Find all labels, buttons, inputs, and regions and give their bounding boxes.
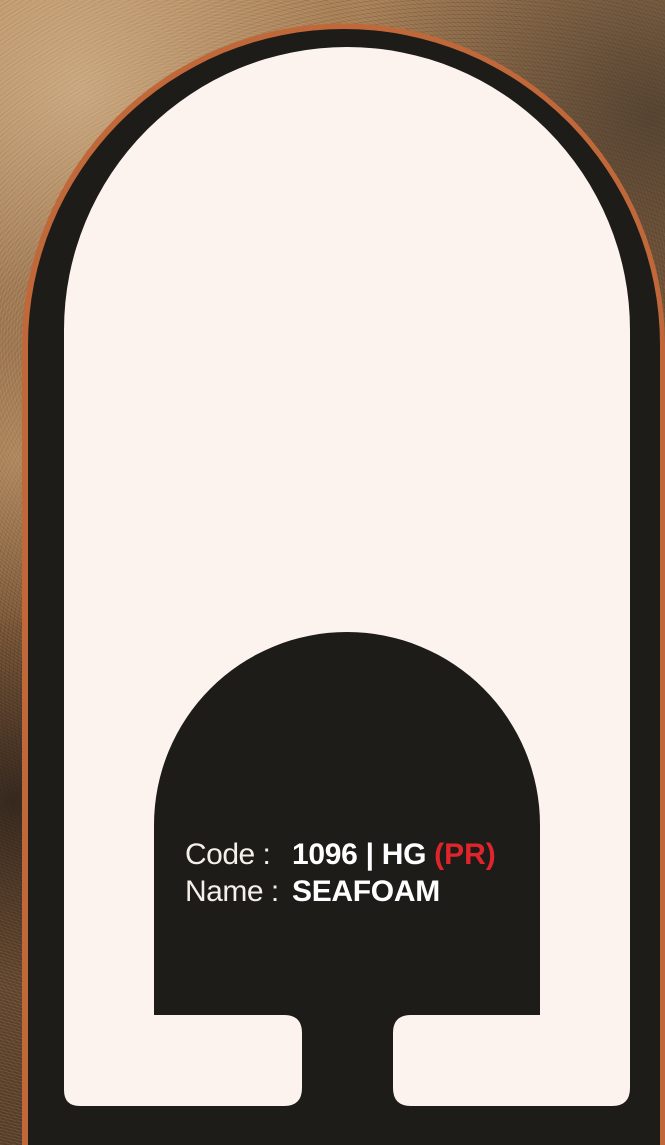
- code-key: Code :: [185, 838, 271, 871]
- shade-card-frame: [22, 23, 665, 1145]
- name-key: Name :: [185, 875, 279, 908]
- code-tag: (PR): [434, 838, 496, 871]
- shade-label: Code : 1096 | HG (PR) Name : SEAFOAM: [185, 836, 496, 910]
- code-row: Code : 1096 | HG (PR): [185, 836, 496, 873]
- name-row: Name : SEAFOAM: [185, 873, 496, 910]
- name-value: SEAFOAM: [292, 875, 440, 908]
- code-value: 1096 | HG: [292, 838, 427, 871]
